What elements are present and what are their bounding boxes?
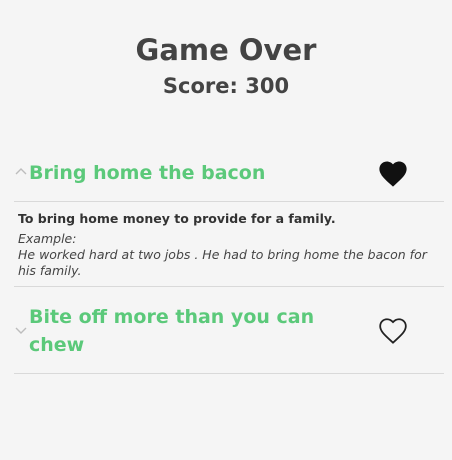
phrase-list: Bring home the bacon To bring home money… bbox=[14, 145, 444, 374]
phrase-meaning: To bring home money to provide for a fam… bbox=[18, 211, 336, 226]
game-over-header: Game Over Score: 300 bbox=[0, 32, 452, 100]
phrase-title[interactable]: Bite off more than you can chew bbox=[14, 303, 329, 359]
phrase-item: Bite off more than you can chew bbox=[14, 287, 444, 374]
page-title: Game Over bbox=[135, 33, 317, 67]
score-text: Score: 300 bbox=[162, 74, 290, 98]
phrase-item-header[interactable]: Bring home the bacon bbox=[14, 145, 444, 201]
heart-filled-icon[interactable] bbox=[376, 158, 410, 188]
phrase-item-header[interactable]: Bite off more than you can chew bbox=[14, 287, 444, 373]
heart-outline-icon[interactable] bbox=[376, 315, 410, 345]
example-text: He worked hard at two jobs . He had to b… bbox=[18, 247, 427, 278]
phrase-title[interactable]: Bring home the bacon bbox=[14, 159, 329, 187]
phrase-item: Bring home the bacon To bring home money… bbox=[14, 145, 444, 287]
example-label: Example: bbox=[18, 231, 77, 246]
phrase-details: To bring home money to provide for a fam… bbox=[14, 201, 444, 286]
